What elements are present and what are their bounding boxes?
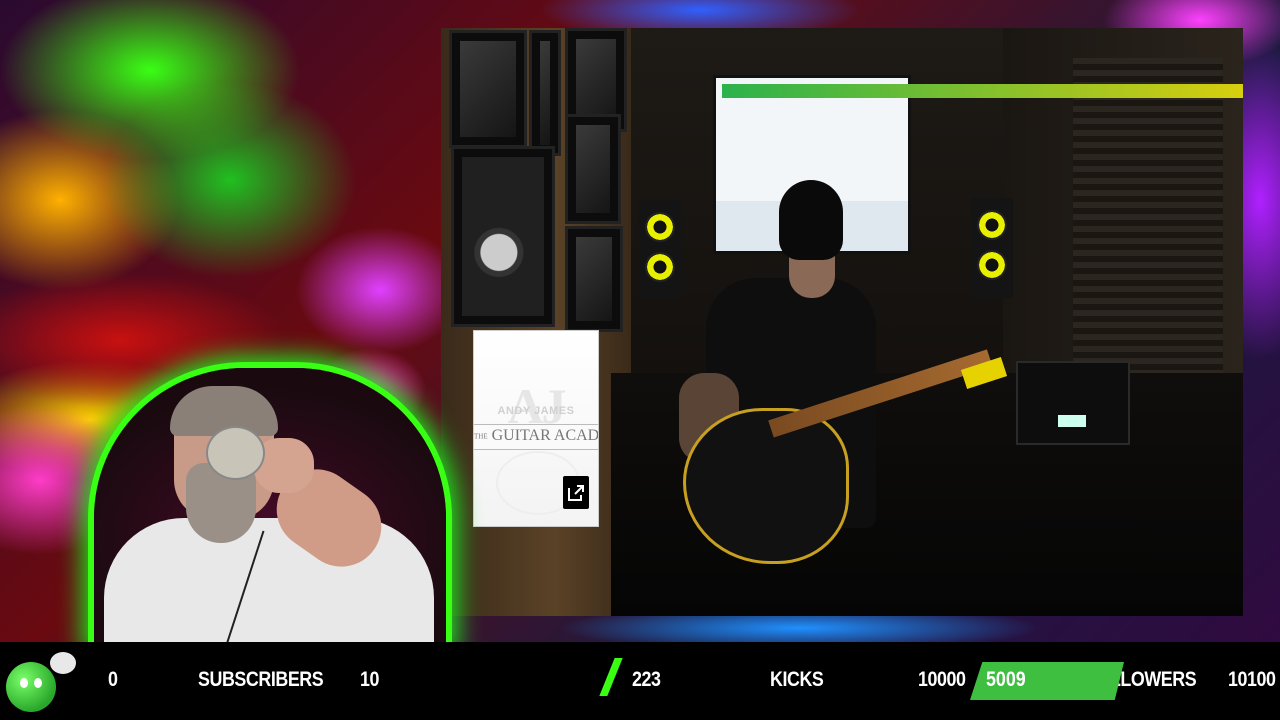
subscribers-label: SUBSCRIBERS [198, 668, 324, 691]
kicks-label: KICKS [770, 668, 824, 691]
wall-frame [565, 226, 623, 332]
kicks-count: 223 [632, 668, 661, 691]
wall-frame [565, 114, 621, 224]
academy-brand-name: ANDY JAMES [497, 405, 575, 417]
subscribers-count: 0 [108, 668, 118, 691]
studio-monitor-right [971, 198, 1013, 298]
academy-title: THE GUITAR ACADEMY [474, 425, 598, 447]
kicks-goal: 10000 [918, 668, 966, 691]
wall-frame [449, 30, 527, 148]
studio-monitor-left [639, 200, 681, 300]
academy-name: GUITAR ACADEMY [491, 427, 599, 444]
streamer-shirt [104, 518, 434, 642]
gold-record-frame [451, 146, 555, 327]
main-video-feed[interactable] [441, 28, 1243, 616]
coffee-mug [206, 426, 265, 480]
guitarist-beanie [779, 180, 843, 260]
academy-the: THE [474, 432, 488, 441]
amp-modeler [1016, 361, 1130, 445]
subscribers-goal: 10 [360, 668, 380, 691]
followers-count: 5009 [986, 668, 1026, 691]
wall-frame [529, 30, 561, 156]
mascot-icon [6, 652, 76, 712]
external-link-button[interactable] [563, 476, 589, 509]
external-link-icon [568, 485, 584, 501]
webcam-feed[interactable] [94, 368, 446, 642]
followers-goal: 10100 [1228, 668, 1276, 691]
